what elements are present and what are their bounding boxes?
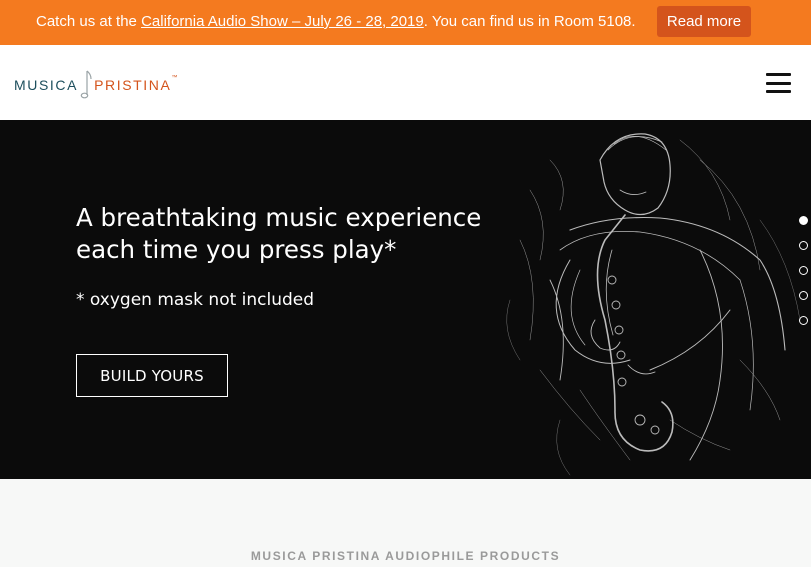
announcement-suffix: . You can find us in Room 5108.	[423, 13, 636, 30]
logo[interactable]: MUSICA PRISTINA ™	[14, 67, 179, 103]
logo-word-musica: MUSICA	[14, 77, 79, 93]
announcement-bar: Catch us at the California Audio Show – …	[0, 0, 811, 45]
logo-word-pristina: PRISTINA	[94, 77, 172, 93]
build-yours-button[interactable]: BUILD YOURS	[76, 354, 228, 397]
site-header: MUSICA PRISTINA ™	[0, 45, 811, 120]
announcement-prefix: Catch us at the	[36, 13, 142, 30]
trademark-mark: ™	[171, 75, 180, 81]
slide-dot-2[interactable]	[799, 241, 808, 250]
products-section: MUSICA PRISTINA AUDIOPHILE PRODUCTS	[0, 479, 811, 567]
hero-headline-line1: A breathtaking music experience	[76, 203, 482, 232]
hero-banner: A breathtaking music experience each tim…	[0, 120, 811, 479]
announcement-link[interactable]: California Audio Show – July 26 - 28, 20…	[141, 13, 424, 30]
hamburger-line	[766, 81, 791, 85]
hamburger-icon[interactable]	[766, 73, 791, 93]
music-note-icon	[80, 70, 92, 99]
slide-dot-1[interactable]	[799, 216, 808, 225]
announcement-text: Catch us at the California Audio Show – …	[36, 13, 636, 30]
hero-headline: A breathtaking music experience each tim…	[76, 202, 516, 266]
slide-dot-4[interactable]	[799, 291, 808, 300]
hero-headline-line2: each time you press play*	[76, 235, 397, 264]
products-title: MUSICA PRISTINA AUDIOPHILE PRODUCTS	[250, 549, 561, 563]
saxophone-player-sketch	[506, 133, 801, 476]
slide-dot-3[interactable]	[799, 266, 808, 275]
read-more-button[interactable]: Read more	[657, 6, 751, 37]
hamburger-line	[766, 90, 791, 93]
slide-pagination	[799, 216, 809, 341]
hamburger-line	[766, 73, 791, 76]
hero-subline: * oxygen mask not included	[76, 290, 315, 310]
slide-dot-5[interactable]	[799, 316, 808, 325]
